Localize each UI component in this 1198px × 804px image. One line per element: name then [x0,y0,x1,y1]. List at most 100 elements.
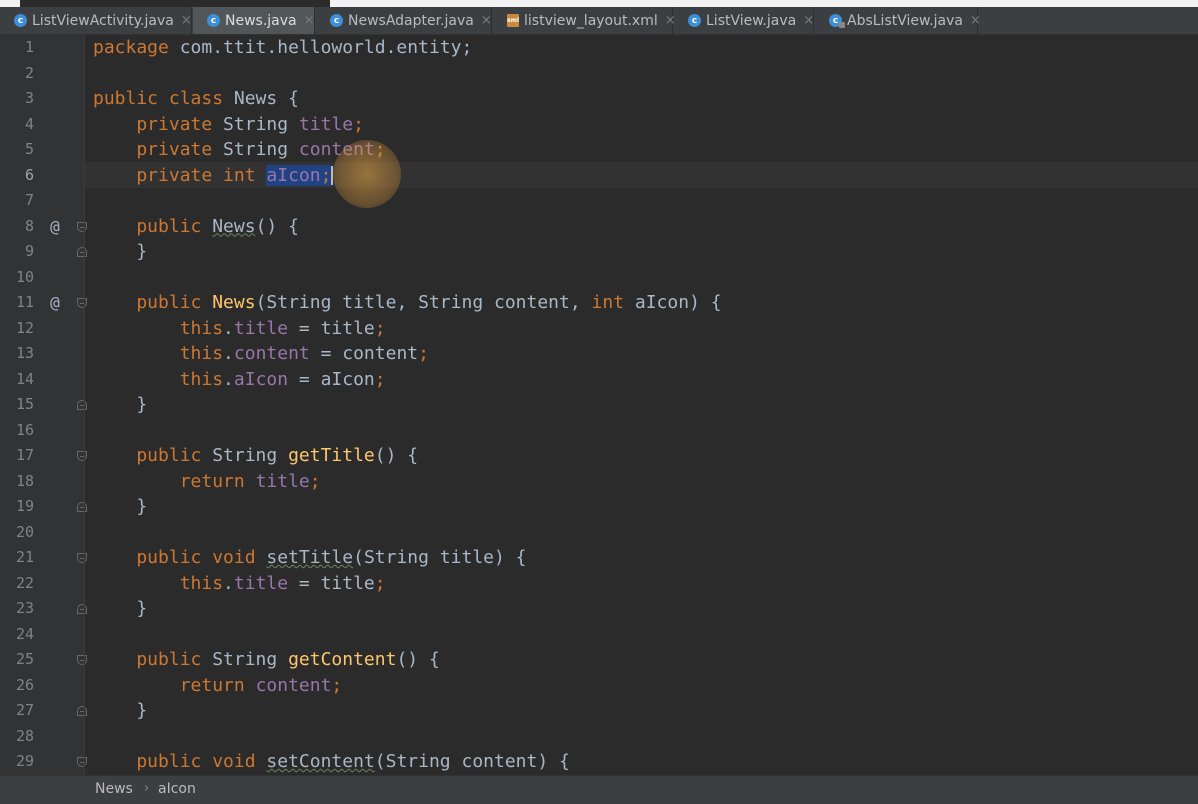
tab-listview[interactable]: c ListView.java × [674,7,814,34]
code-text: (String content) { [374,751,570,772]
fold-end-icon[interactable] [77,247,87,257]
close-icon[interactable]: × [970,13,981,28]
fold-end-icon[interactable] [77,706,87,716]
editor-gutter[interactable]: 1 2 3 4 5 6 7 8 9 10 11 12 13 14 15 16 1… [0,35,87,775]
code-line-current: private int aIcon; [93,163,334,189]
field-name: title [298,113,354,135]
line-number: 15 [15,395,34,413]
line-number: 14 [15,369,34,388]
line-number: 23 [15,599,34,617]
keyword: private [93,113,213,135]
tab-news[interactable]: c News.java × [193,7,315,34]
override-marker-icon[interactable]: @ [46,214,64,240]
code-text: = content [309,343,419,364]
code-text: () { [374,445,419,466]
line-number: 3 [24,89,34,107]
code-line: } [93,494,147,520]
line-number: 25 [15,650,34,668]
fold-end-icon[interactable] [77,502,87,512]
line-number: 6 [24,165,34,184]
code-line: return content; [93,673,343,699]
code-text: } [93,700,148,721]
code-text: String [201,649,289,670]
code-text: } [93,394,148,415]
tab-abslistview[interactable]: c AbsListView.java × [815,7,981,34]
tab-label: NewsAdapter.java [348,12,474,29]
line-number: 2 [24,63,34,82]
fold-collapse-icon[interactable] [77,553,87,563]
tab-label: News.java [225,12,297,29]
close-icon[interactable]: × [181,13,192,28]
tab-listview-layout[interactable]: xml listview_layout.xml × [493,7,676,34]
field-name: content [255,674,332,696]
method-name: getTitle [288,445,375,466]
keyword: this [93,572,224,594]
code-line: public String getTitle() { [93,443,418,469]
fold-collapse-icon[interactable] [77,222,87,232]
line-number: 1 [24,38,34,56]
fold-collapse-icon[interactable] [77,655,87,665]
line-number: 29 [15,752,34,770]
keyword: int [591,292,625,313]
semicolon: ; [309,470,321,492]
tab-listviewactivity[interactable]: c ListViewActivity.java × [0,7,192,34]
tab-newsadapter[interactable]: c NewsAdapter.java × [316,7,492,34]
override-marker-icon[interactable]: @ [46,290,64,316]
tab-label: ListViewActivity.java [32,12,174,29]
code-text: com.ttit.helloworld.entity; [168,37,473,58]
field-name: aIcon [233,368,289,390]
breadcrumb-item-news[interactable]: News [95,781,133,797]
code-line: public void setContent(String content) { [93,749,570,775]
fold-end-icon[interactable] [77,400,87,410]
semicolon: ; [374,317,386,339]
line-number: 7 [24,191,34,209]
line-number: 12 [15,318,34,337]
keyword: public [93,292,202,313]
method-name: setTitle [266,547,354,568]
field-name: content [233,343,310,364]
field-name: title [233,317,289,339]
close-icon[interactable]: × [803,13,814,28]
line-number: 10 [15,267,34,286]
keyword: public [93,445,202,466]
code-text: = title [288,572,375,594]
code-line: } [93,596,147,622]
keyword: private int [93,164,256,186]
fold-collapse-icon[interactable] [77,298,87,308]
code-line: package com.ttit.helloworld.entity; [93,35,472,61]
fold-collapse-icon[interactable] [77,451,87,461]
keyword: return [93,470,245,492]
close-icon[interactable]: × [481,13,492,28]
keyword: this [93,368,224,390]
keyword: public class [93,88,224,109]
close-icon[interactable]: × [304,13,315,28]
constructor-name: News [212,292,256,313]
code-line: } [93,239,147,265]
semicolon: ; [331,674,343,696]
code-line: public String getContent() { [93,647,439,673]
method-name: getContent [288,649,397,670]
class-icon: c [14,14,27,27]
code-text: () { [255,215,299,237]
editor-tab-bar: c ListViewActivity.java × c News.java × … [0,0,1198,35]
tab-label: ListView.java [706,12,797,29]
code-line: this.content = content; [93,341,429,367]
fold-collapse-icon[interactable] [77,757,87,767]
semicolon: ; [374,572,386,594]
field-name: title [255,470,310,492]
code-line: } [93,698,147,724]
code-line: this.title = title; [93,571,386,597]
line-number: 4 [24,114,34,133]
line-number: 11 [15,293,34,311]
code-line: public News(String title, String content… [93,290,721,316]
code-editor[interactable]: package com.ttit.helloworld.entity; publ… [93,35,1193,775]
breadcrumb-item-aicon[interactable]: aIcon [158,781,196,797]
code-line: return title; [93,469,321,495]
code-text: . [223,572,234,594]
fold-end-icon[interactable] [77,604,87,614]
